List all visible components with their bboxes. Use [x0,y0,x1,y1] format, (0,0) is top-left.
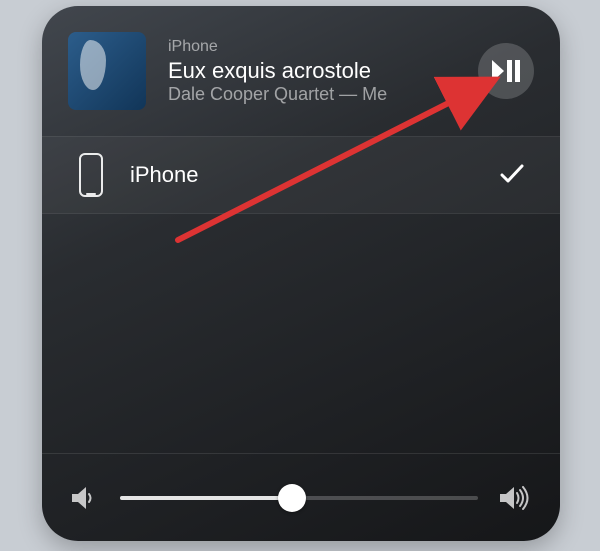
now-playing-header: iPhone Eux exquis acrostole Dale Cooper … [42,6,560,136]
iphone-icon [78,152,104,198]
device-name: iPhone [130,162,500,188]
track-title: Eux exquis acrostole [168,58,466,84]
play-pause-button[interactable] [478,43,534,99]
album-art[interactable] [68,32,146,110]
volume-slider-fill [120,496,292,500]
divider [42,213,560,214]
volume-bar [42,453,560,541]
volume-low-icon [72,486,98,510]
track-info[interactable]: iPhone Eux exquis acrostole Dale Cooper … [168,38,466,105]
track-artist: Dale Cooper Quartet — Me [168,84,466,105]
checkmark-icon [500,160,524,191]
play-pause-icon [492,60,520,82]
volume-slider[interactable] [120,484,478,512]
volume-high-icon [500,486,530,510]
airplay-panel: iPhone Eux exquis acrostole Dale Cooper … [42,6,560,541]
device-row-iphone[interactable]: iPhone [42,137,560,213]
volume-slider-thumb[interactable] [278,484,306,512]
now-playing-device-label: iPhone [168,38,466,56]
